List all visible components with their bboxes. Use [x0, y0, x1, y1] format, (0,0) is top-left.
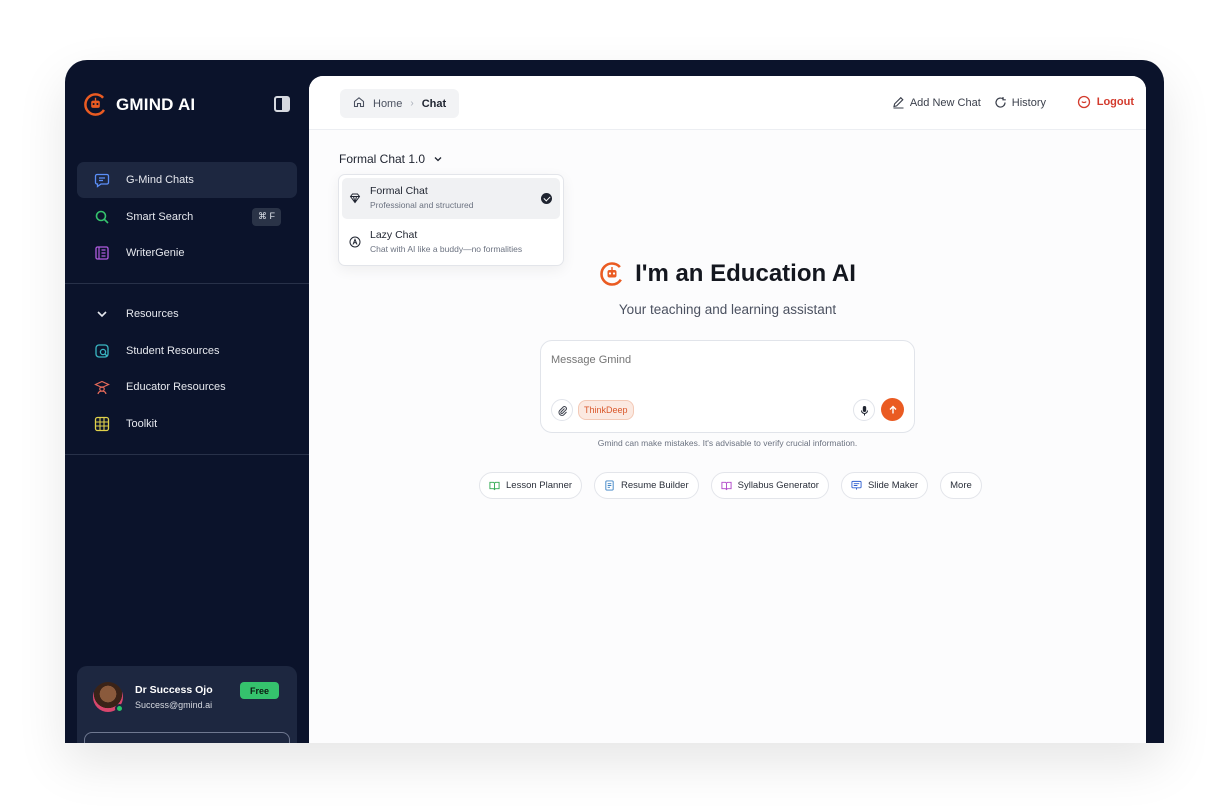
- power-icon: [1077, 95, 1090, 109]
- logout-label: Logout: [1096, 96, 1134, 108]
- sidebar-item-toolkit[interactable]: Toolkit: [77, 406, 297, 442]
- book-icon: [93, 245, 110, 262]
- sidebar-item-label: Toolkit: [126, 417, 158, 430]
- student-icon: [93, 342, 110, 359]
- brand[interactable]: GMIND AI: [83, 92, 195, 117]
- gmind-logo-icon: [600, 262, 624, 286]
- topbar: Home › Chat Add New Chat History Logout: [309, 76, 1146, 130]
- hero-title-text: I'm an Education AI: [635, 260, 856, 287]
- diamond-icon: [349, 193, 361, 204]
- slides-icon: [851, 480, 862, 490]
- online-status-dot: [115, 704, 124, 713]
- hero-subtitle: Your teaching and learning assistant: [618, 302, 837, 317]
- sidebar-item-label: WriterGenie: [126, 247, 185, 260]
- history-label: History: [1011, 96, 1046, 109]
- primary-nav: G-Mind Chats Smart Search ⌘ F WriterGeni…: [77, 162, 297, 272]
- model-dropdown-menu: Formal Chat Professional and structured …: [338, 174, 564, 266]
- tool-label: Slide Maker: [867, 480, 919, 491]
- sidebar-item-student-resources[interactable]: Student Resources: [77, 333, 297, 369]
- chat-icon: [93, 172, 110, 189]
- resources-nav: Resources Student Resources Educator Res…: [77, 296, 297, 442]
- message-input[interactable]: [551, 354, 851, 366]
- hero: I'm an Education AI Your teaching and le…: [309, 260, 1146, 317]
- top-actions: Add New Chat History: [892, 96, 1046, 109]
- user-email: Success@gmind.ai: [135, 700, 213, 710]
- resources-toggle[interactable]: Resources: [77, 296, 297, 332]
- thinkdeep-toggle[interactable]: ThinkDeep: [578, 400, 634, 420]
- user-name: Dr Success Ojo: [135, 684, 213, 696]
- app-window: GMIND AI G-Mind Chats Smart Search ⌘ F W…: [65, 60, 1164, 743]
- option-description: Professional and structured: [370, 200, 474, 210]
- graduation-cap-icon: [93, 379, 110, 396]
- microphone-icon: [860, 405, 868, 415]
- shortcut-badge: ⌘ F: [252, 207, 281, 226]
- attach-button[interactable]: [551, 399, 573, 421]
- a-circle-icon: [349, 236, 361, 248]
- plan-badge: Free: [240, 682, 280, 699]
- resume-builder-button[interactable]: Resume Builder: [594, 472, 699, 499]
- model-selected-label: Formal Chat 1.0: [339, 152, 426, 166]
- tool-label: Lesson Planner: [506, 480, 573, 491]
- syllabus-generator-button[interactable]: Syllabus Generator: [710, 472, 829, 499]
- option-description: Chat with AI like a buddy—no formalities: [370, 244, 523, 254]
- user-card[interactable]: Dr Success Ojo Success@gmind.ai Free: [77, 666, 297, 743]
- logout-button[interactable]: Logout: [1077, 95, 1134, 109]
- chevron-down-icon: [434, 157, 442, 162]
- open-book-icon: [489, 481, 500, 491]
- sidebar-toggle-icon[interactable]: [274, 96, 290, 112]
- sidebar-item-label: Smart Search: [126, 210, 194, 223]
- history-icon: [995, 97, 1006, 108]
- sidebar-divider: [65, 454, 309, 455]
- sidebar-item-label: Educator Resources: [126, 381, 226, 394]
- edit-icon: [893, 96, 904, 109]
- tool-label: Syllabus Generator: [737, 480, 819, 491]
- add-new-chat-label: Add New Chat: [909, 96, 981, 109]
- breadcrumb: Home › Chat: [340, 89, 460, 118]
- paperclip-icon: [558, 405, 567, 416]
- sidebar-item-writergenie[interactable]: WriterGenie: [77, 235, 297, 271]
- search-icon: [93, 208, 110, 225]
- sidebar-item-smart-search[interactable]: Smart Search ⌘ F: [77, 199, 297, 235]
- send-button[interactable]: [881, 398, 904, 421]
- option-title: Formal Chat: [370, 185, 428, 197]
- gmind-logo-icon: [84, 93, 107, 116]
- breadcrumb-current: Chat: [421, 97, 447, 110]
- check-icon: [541, 193, 552, 204]
- quick-tools: Lesson Planner Resume Builder Syllabus G…: [479, 472, 982, 499]
- sidebar-item-educator-resources[interactable]: Educator Resources: [77, 369, 297, 405]
- tool-label: Resume Builder: [621, 480, 689, 491]
- sidebar-item-gmind-chats[interactable]: G-Mind Chats: [77, 162, 297, 198]
- option-title: Lazy Chat: [370, 229, 418, 241]
- message-composer: ThinkDeep: [540, 340, 915, 433]
- user-card-button[interactable]: [84, 732, 290, 743]
- main-panel: Home › Chat Add New Chat History Logout: [309, 76, 1146, 743]
- home-icon[interactable]: [353, 96, 365, 111]
- book-icon: [721, 481, 732, 491]
- history-button[interactable]: History: [994, 96, 1046, 109]
- lesson-planner-button[interactable]: Lesson Planner: [479, 472, 583, 499]
- sidebar: GMIND AI G-Mind Chats Smart Search ⌘ F W…: [65, 60, 309, 743]
- grid-icon: [93, 415, 110, 432]
- sidebar-divider: [65, 283, 309, 284]
- disclaimer: Gmind can make mistakes. It's advisable …: [597, 438, 858, 448]
- slide-maker-button[interactable]: Slide Maker: [840, 472, 929, 499]
- arrow-up-icon: [889, 405, 896, 413]
- brand-name: GMIND AI: [116, 94, 196, 114]
- tool-label: More: [950, 480, 972, 491]
- add-new-chat-button[interactable]: Add New Chat: [892, 96, 981, 109]
- hero-title: I'm an Education AI: [599, 260, 856, 288]
- breadcrumb-home[interactable]: Home: [373, 98, 402, 110]
- sidebar-item-label: Student Resources: [126, 344, 220, 357]
- chevron-down-icon: [93, 306, 110, 323]
- chevron-right-icon: ›: [410, 98, 414, 109]
- model-selector[interactable]: Formal Chat 1.0: [339, 152, 443, 166]
- resources-label: Resources: [126, 308, 179, 320]
- model-option-lazy-chat[interactable]: Lazy Chat Chat with AI like a buddy—no f…: [342, 222, 560, 263]
- model-option-formal-chat[interactable]: Formal Chat Professional and structured: [342, 178, 560, 219]
- document-icon: [605, 480, 614, 491]
- more-tools-button[interactable]: More: [940, 472, 982, 499]
- sidebar-item-label: G-Mind Chats: [126, 174, 194, 186]
- microphone-button[interactable]: [853, 399, 875, 421]
